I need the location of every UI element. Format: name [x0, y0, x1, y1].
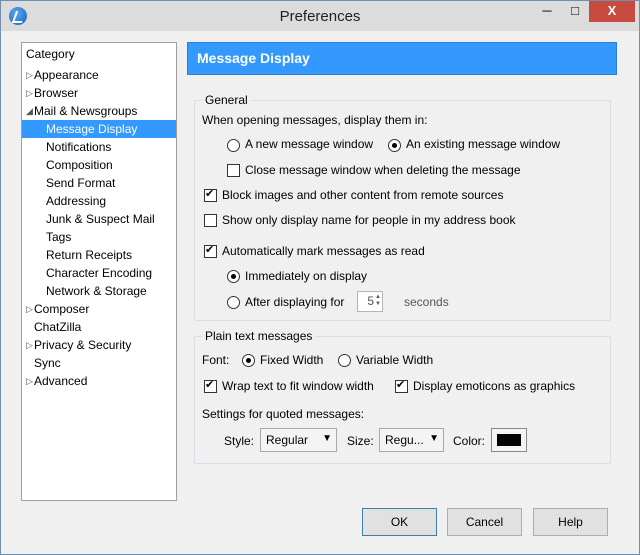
show-display-name-checkbox[interactable]: [204, 214, 217, 227]
auto-mark-read-checkbox[interactable]: [204, 243, 217, 258]
wrap-text-checkbox[interactable]: [204, 378, 217, 393]
font-label: Font:: [202, 353, 230, 367]
seconds-label: seconds: [404, 295, 449, 309]
panel-title-bar: Message Display: [187, 42, 617, 75]
style-select[interactable]: Regular ▼: [260, 428, 337, 452]
immediately-radio[interactable]: [227, 270, 240, 283]
sidebar-item-mail-newsgroups[interactable]: ◢ Mail & Newsgroups: [22, 102, 176, 120]
quoted-settings-label: Settings for quoted messages:: [202, 407, 365, 421]
maximize-button[interactable]: □: [561, 1, 589, 22]
sidebar-item-composition[interactable]: Composition: [22, 156, 176, 174]
style-select-value: Regular: [266, 433, 309, 447]
color-label: Color:: [453, 434, 486, 448]
seconds-stepper[interactable]: 5 ▲ ▼: [357, 291, 383, 312]
block-images-label[interactable]: Block images and other content from remo…: [222, 188, 503, 202]
immediately-label[interactable]: Immediately on display: [245, 269, 367, 283]
general-legend: General: [205, 93, 248, 107]
size-select-value: Regu...: [385, 433, 424, 447]
show-display-name-label[interactable]: Show only display name for people in my …: [222, 213, 516, 227]
color-picker-button[interactable]: [491, 428, 527, 452]
sidebar-item-junk-suspect-mail[interactable]: Junk & Suspect Mail: [22, 210, 176, 228]
sidebar-item-notifications[interactable]: Notifications: [22, 138, 176, 156]
close-on-delete-label[interactable]: Close message window when deleting the m…: [245, 163, 521, 177]
sidebar-item-return-receipts[interactable]: Return Receipts: [22, 246, 176, 264]
size-select[interactable]: Regu... ▼: [379, 428, 444, 452]
category-header: Category: [26, 47, 75, 61]
sidebar-item-browser[interactable]: ▷ Browser: [22, 84, 176, 102]
stepper-down-icon[interactable]: ▼: [375, 301, 381, 307]
fixed-width-radio[interactable]: [242, 354, 255, 367]
new-window-radio[interactable]: [227, 139, 240, 152]
new-window-label[interactable]: A new message window: [245, 137, 373, 151]
plain-text-legend: Plain text messages: [205, 329, 313, 343]
variable-width-radio[interactable]: [338, 354, 351, 367]
sidebar-item-character-encoding[interactable]: Character Encoding: [22, 264, 176, 282]
expand-arrow-icon[interactable]: ▷: [26, 84, 33, 102]
sidebar-item-advanced[interactable]: ▷ Advanced: [22, 372, 176, 390]
after-displaying-radio[interactable]: [227, 296, 240, 309]
sidebar-item-addressing[interactable]: Addressing: [22, 192, 176, 210]
minimize-button[interactable]: ─: [533, 1, 561, 22]
variable-width-label[interactable]: Variable Width: [356, 353, 433, 367]
panel-title: Message Display: [197, 50, 310, 66]
fixed-width-label[interactable]: Fixed Width: [260, 353, 323, 367]
expand-arrow-icon[interactable]: ▷: [26, 372, 33, 390]
size-label: Size:: [347, 434, 374, 448]
emoticons-checkbox[interactable]: [395, 378, 408, 393]
help-button[interactable]: Help: [533, 508, 608, 536]
expand-arrow-icon[interactable]: ▷: [26, 66, 33, 84]
chevron-down-icon: ▼: [322, 433, 332, 444]
after-displaying-label[interactable]: After displaying for: [245, 295, 344, 309]
sidebar-item-appearance[interactable]: ▷ Appearance: [22, 66, 176, 84]
stepper-up-icon[interactable]: ▲: [375, 294, 381, 300]
ok-button[interactable]: OK: [362, 508, 437, 536]
emoticons-label[interactable]: Display emoticons as graphics: [413, 379, 575, 393]
preferences-window: Preferences ─ □ X Category ▷ Appearance ▷…: [0, 0, 640, 555]
existing-window-label[interactable]: An existing message window: [406, 137, 560, 151]
wrap-text-label[interactable]: Wrap text to fit window width: [222, 379, 374, 393]
sidebar-item-send-format[interactable]: Send Format: [22, 174, 176, 192]
cancel-button[interactable]: Cancel: [447, 508, 522, 536]
sidebar-item-composer[interactable]: ▷ Composer: [22, 300, 176, 318]
category-tree: ▷ Appearance ▷ Browser ◢ Mail & Newsgroups …: [22, 66, 176, 390]
general-group: General: [194, 93, 611, 321]
close-on-delete-checkbox[interactable]: [227, 164, 240, 177]
seconds-value: 5: [367, 294, 374, 308]
open-messages-label: When opening messages, display them in:: [202, 113, 428, 127]
collapse-arrow-icon[interactable]: ◢: [26, 102, 33, 120]
category-sidebar: Category ▷ Appearance ▷ Browser ◢ Mail & Ne…: [21, 42, 177, 501]
sidebar-item-network-storage[interactable]: Network & Storage: [22, 282, 176, 300]
expand-arrow-icon[interactable]: ▷: [26, 300, 33, 318]
color-swatch: [497, 434, 521, 446]
existing-window-radio[interactable]: [388, 139, 401, 152]
close-button[interactable]: X: [589, 1, 635, 22]
style-label: Style:: [224, 434, 255, 448]
sidebar-item-chatzilla[interactable]: ChatZilla: [22, 318, 176, 336]
sidebar-item-privacy-security[interactable]: ▷ Privacy & Security: [22, 336, 176, 354]
sidebar-item-message-display[interactable]: Message Display: [22, 120, 176, 138]
auto-mark-read-label[interactable]: Automatically mark messages as read: [222, 244, 425, 258]
chevron-down-icon: ▼: [429, 433, 439, 444]
sidebar-item-sync[interactable]: Sync: [22, 354, 176, 372]
expand-arrow-icon[interactable]: ▷: [26, 336, 33, 354]
sidebar-item-tags[interactable]: Tags: [22, 228, 176, 246]
title-bar[interactable]: Preferences ─ □ X: [1, 1, 639, 31]
block-images-checkbox[interactable]: [204, 187, 217, 202]
